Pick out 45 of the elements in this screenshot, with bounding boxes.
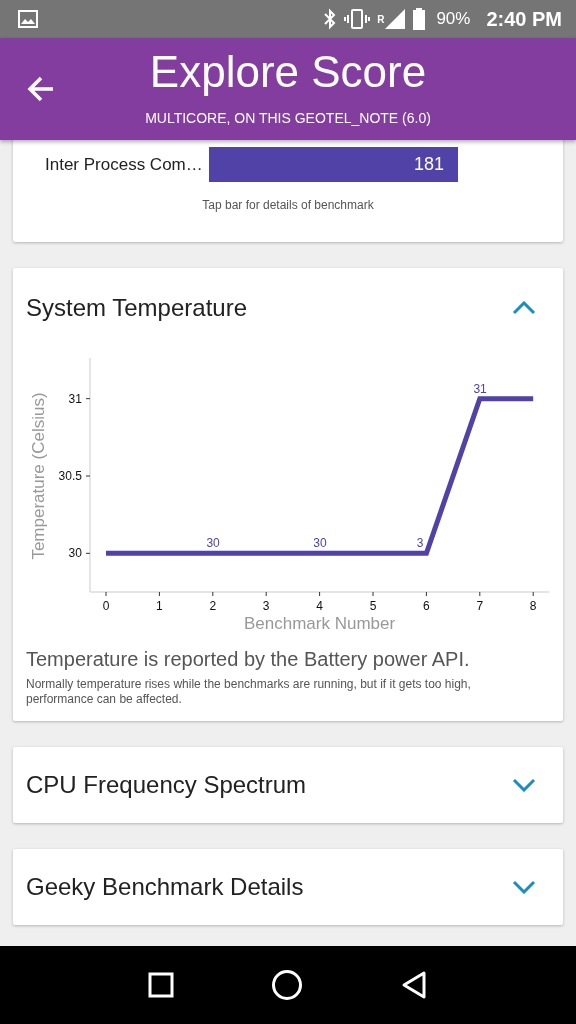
vibrate-icon bbox=[343, 8, 372, 30]
temperature-detail: Normally temperature rises while the benchmarks are running, but if it gets too high, performance can be affected. bbox=[25, 676, 472, 708]
clock-time: 2:40 PM bbox=[486, 7, 562, 31]
battery-icon bbox=[412, 8, 427, 30]
recents-icon[interactable] bbox=[148, 972, 175, 998]
hint-text: Tap bar for details of benchmark bbox=[201, 198, 375, 212]
chevron-down-icon[interactable] bbox=[512, 778, 536, 792]
x-tick-label: 0 bbox=[102, 599, 110, 613]
y-tick-label: 30.5 bbox=[58, 469, 82, 483]
score-bar[interactable]: 181 bbox=[209, 147, 458, 182]
x-tick-label: 2 bbox=[209, 599, 217, 613]
screen-title: Explore Score bbox=[149, 46, 427, 98]
x-tick-label: 4 bbox=[316, 599, 323, 613]
section-card[interactable]: CPU Frequency Spectrum bbox=[13, 747, 563, 823]
screen-subtitle: MULTICORE, ON THIS GEOTEL_NOTE (6.0) bbox=[145, 110, 431, 126]
x-tick-label: 8 bbox=[529, 599, 537, 613]
y-axis-title: Temperature (Celsius) bbox=[29, 392, 48, 560]
data-label: 30 bbox=[313, 536, 327, 551]
image-icon bbox=[18, 10, 38, 28]
bluetooth-icon bbox=[323, 8, 338, 30]
card-title: Geeky Benchmark Details bbox=[26, 873, 304, 901]
card-title: System Temperature bbox=[26, 294, 247, 322]
x-tick-label: 7 bbox=[476, 599, 484, 613]
x-tick-label: 6 bbox=[423, 599, 430, 613]
chevron-up-icon[interactable] bbox=[512, 301, 536, 315]
y-tick-label: 31 bbox=[68, 391, 82, 406]
score-value: 181 bbox=[413, 154, 444, 175]
battery-percent: 90% bbox=[436, 9, 471, 29]
card-title: CPU Frequency Spectrum bbox=[26, 771, 307, 799]
roaming-indicator: R bbox=[377, 13, 385, 25]
data-label: 31 bbox=[473, 381, 487, 396]
signal-icon bbox=[384, 8, 407, 30]
back-arrow-icon[interactable] bbox=[27, 75, 55, 103]
y-tick-label: 30 bbox=[68, 546, 82, 561]
home-icon[interactable] bbox=[271, 969, 303, 1001]
x-axis-title: Benchmark Number bbox=[244, 614, 396, 633]
section-card[interactable]: Geeky Benchmark Details bbox=[13, 849, 563, 925]
data-label: 3 bbox=[416, 536, 424, 551]
x-tick-label: 5 bbox=[369, 599, 377, 613]
x-tick-label: 1 bbox=[156, 599, 163, 613]
chevron-down-icon[interactable] bbox=[512, 880, 536, 894]
data-label: 30 bbox=[206, 536, 220, 551]
benchmark-label: Inter Process Com… bbox=[44, 154, 204, 175]
x-tick-label: 3 bbox=[262, 599, 270, 613]
temperature-note: Temperature is reported by the Battery power API. bbox=[25, 647, 471, 671]
